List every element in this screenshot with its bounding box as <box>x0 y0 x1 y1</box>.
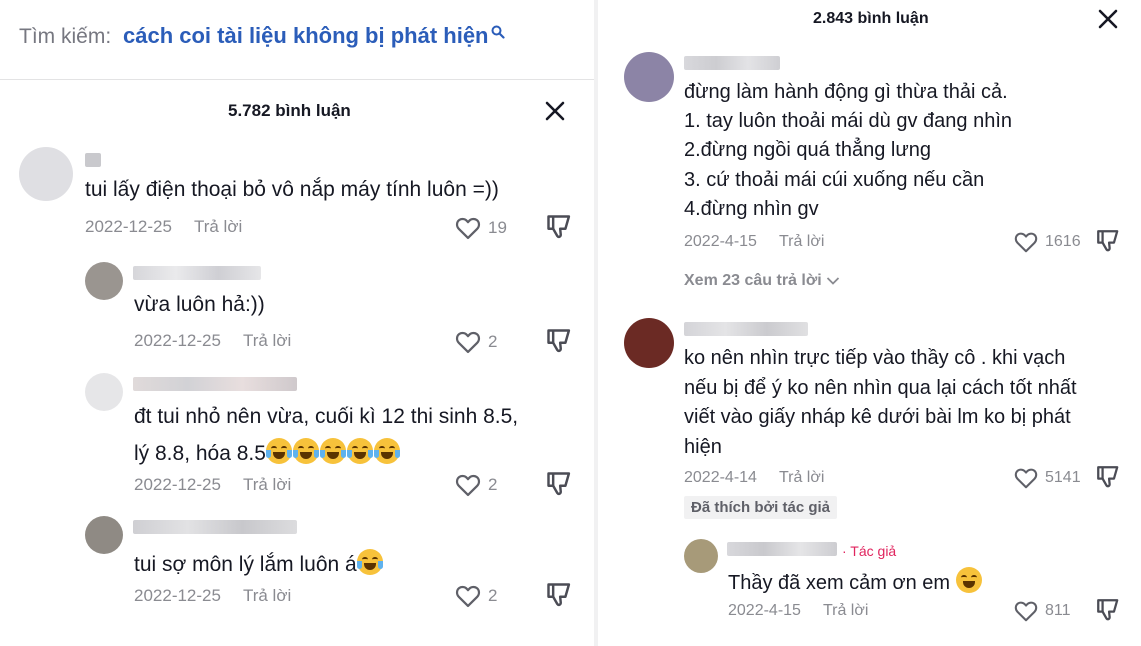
like-button[interactable]: 2 <box>454 471 497 499</box>
heart-icon <box>454 582 482 610</box>
avatar[interactable] <box>624 52 674 102</box>
search-header: Tìm kiếm: cách coi tài liệu không bị phá… <box>0 0 594 80</box>
reply-button[interactable]: Trả lời <box>243 475 291 494</box>
comment-line: ko nên nhìn trực tiếp vào thầy cô . khi … <box>684 347 1066 369</box>
heart-icon <box>454 214 482 242</box>
comment-meta: 2022-4-15 Trả lời <box>728 602 868 620</box>
username-blurred[interactable] <box>133 520 297 534</box>
comment-text-line-2: lý 8.8, hóa 8.5 <box>134 438 401 469</box>
reply-button[interactable]: Trả lời <box>779 233 824 250</box>
like-count: 19 <box>488 218 507 237</box>
heart-icon <box>1013 598 1039 624</box>
comment-date: 2022-4-15 <box>728 602 801 619</box>
close-icon[interactable] <box>544 100 566 122</box>
search-query-link[interactable]: cách coi tài liệu không bị phát hiện <box>123 23 505 49</box>
comment-date: 2022-4-15 <box>684 233 757 250</box>
search-icon <box>491 25 505 39</box>
view-replies-button[interactable]: Xem 23 câu trả lời <box>684 272 840 290</box>
comment-text: đt tui nhỏ nên vừa, cuối kì 12 thi sinh … <box>134 405 519 428</box>
grinning-emoji-icon <box>955 567 982 593</box>
crying-laughing-emoji-icon <box>265 438 401 465</box>
like-count: 811 <box>1045 602 1071 619</box>
comment-line: 3. cứ thoải mái cúi xuống nếu cần <box>684 169 985 191</box>
comment-date: 2022-12-25 <box>134 475 221 494</box>
comment-meta: 2022-4-14 Trả lời <box>684 469 824 487</box>
close-icon[interactable] <box>1097 8 1119 30</box>
heart-icon <box>454 471 482 499</box>
comment-text: tui sợ môn lý lắm luôn á <box>134 549 384 580</box>
like-button[interactable]: 19 <box>454 214 507 242</box>
reply-button[interactable]: Trả lời <box>779 469 824 486</box>
heart-icon <box>1013 465 1039 491</box>
avatar[interactable] <box>85 262 123 300</box>
heart-icon <box>1013 229 1039 255</box>
author-tag: · Tác giả <box>842 543 897 559</box>
search-query-text: cách coi tài liệu không bị phát hiện <box>123 23 489 48</box>
dislike-icon[interactable] <box>1095 597 1121 623</box>
comment-line: 4.đừng nhìn gv <box>684 198 819 220</box>
username-blurred[interactable] <box>684 322 808 336</box>
dislike-icon[interactable] <box>545 213 573 241</box>
username-blurred[interactable] <box>85 153 101 167</box>
comment-date: 2022-12-25 <box>134 586 221 605</box>
like-count: 1616 <box>1045 233 1081 250</box>
like-button[interactable]: 811 <box>1013 598 1071 624</box>
avatar[interactable] <box>19 147 73 201</box>
comment-line: nếu bị để ý ko nên nhìn qua lại cách tốt… <box>684 377 1077 399</box>
comment-text: vừa luôn hả:)) <box>134 293 265 316</box>
comment-meta: 2022-12-25 Trả lời <box>134 586 291 606</box>
username-blurred[interactable] <box>684 56 780 70</box>
comment-line: 1. tay luôn thoải mái dù gv đang nhìn <box>684 110 1013 132</box>
reply-button[interactable]: Trả lời <box>243 331 291 350</box>
comment-date: 2022-12-25 <box>134 331 221 350</box>
crying-laughing-emoji-icon <box>356 549 383 575</box>
avatar[interactable] <box>624 318 674 368</box>
avatar[interactable] <box>85 373 123 411</box>
comment-text: Thầy đã xem cảm ơn em <box>728 567 983 599</box>
comment-meta: 2022-4-15 Trả lời <box>684 233 824 251</box>
comment-meta: 2022-12-25 Trả lời <box>134 475 291 495</box>
comment-date: 2022-12-25 <box>85 217 172 236</box>
like-button[interactable]: 1616 <box>1013 229 1081 255</box>
right-comments-panel: 2.843 bình luận đừng làm hành động gì th… <box>598 0 1141 646</box>
like-count: 2 <box>488 475 498 494</box>
comment-count-title: 5.782 bình luận <box>228 101 351 120</box>
view-replies-label: Xem 23 câu trả lời <box>684 272 822 289</box>
comment-line: đừng làm hành động gì thừa thải cả. <box>684 81 1008 103</box>
comment-text: tui lấy điện thoại bỏ vô nắp máy tính lu… <box>85 178 499 201</box>
like-count: 5141 <box>1045 469 1081 486</box>
chevron-down-icon <box>826 277 839 285</box>
comment-meta: 2022-12-25 Trả lời <box>134 331 291 351</box>
liked-by-author-badge: Đã thích bởi tác giả <box>684 496 838 519</box>
dislike-icon[interactable] <box>545 581 573 609</box>
like-count: 2 <box>488 332 498 351</box>
avatar[interactable] <box>85 516 123 554</box>
heart-icon <box>454 328 482 356</box>
comment-count-title: 2.843 bình luận <box>813 10 929 27</box>
reply-button[interactable]: Trả lời <box>823 602 868 619</box>
comment-line: viết vào giấy nháp kê dưới bài lm ko bị … <box>684 406 1071 428</box>
dislike-icon[interactable] <box>1095 464 1121 490</box>
like-button[interactable]: 2 <box>454 328 497 356</box>
like-count: 2 <box>488 586 498 605</box>
comment-line: hiện <box>684 436 722 458</box>
username-blurred[interactable] <box>727 542 837 556</box>
username-blurred[interactable] <box>133 266 261 280</box>
comment-meta: 2022-12-25 Trả lời <box>85 217 242 237</box>
dislike-icon[interactable] <box>545 327 573 355</box>
search-label: Tìm kiếm: <box>19 25 112 48</box>
avatar[interactable] <box>684 539 718 573</box>
dislike-icon[interactable] <box>545 470 573 498</box>
username-blurred[interactable] <box>133 377 297 391</box>
comment-date: 2022-4-14 <box>684 469 757 486</box>
comment-line: 2.đừng ngồi quá thẳng lưng <box>684 139 931 161</box>
left-comments-panel: Tìm kiếm: cách coi tài liệu không bị phá… <box>0 0 594 646</box>
reply-button[interactable]: Trả lời <box>243 586 291 605</box>
dislike-icon[interactable] <box>1095 228 1121 254</box>
like-button[interactable]: 2 <box>454 582 497 610</box>
reply-button[interactable]: Trả lời <box>194 217 242 236</box>
like-button[interactable]: 5141 <box>1013 465 1081 491</box>
